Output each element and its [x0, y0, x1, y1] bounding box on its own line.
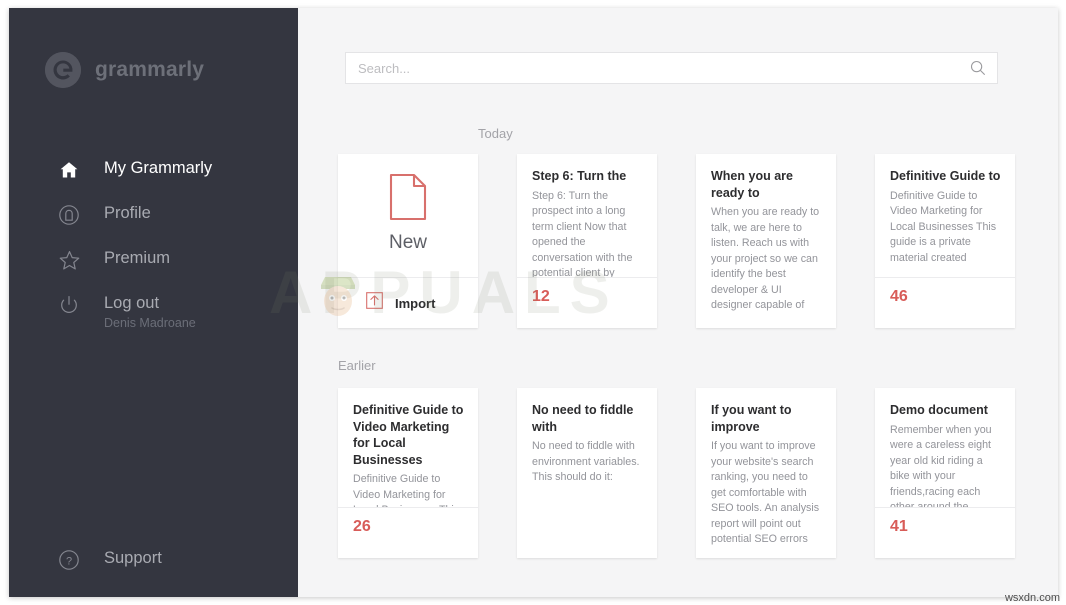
card-word-count: 41: [890, 518, 908, 535]
card-body: Definitive Guide to Definitive Guide to …: [875, 154, 1015, 277]
earlier-card-row: Definitive Guide to Video Marketing for …: [298, 388, 1015, 558]
import-label: Import: [395, 295, 436, 311]
card-snippet: No need to fiddle with environment varia…: [532, 440, 640, 483]
import-button[interactable]: Import: [338, 277, 478, 328]
card-body: Step 6: Turn the Step 6: Turn the prospe…: [517, 154, 657, 277]
sidebar-item-profile[interactable]: Profile: [9, 201, 298, 246]
section-label-earlier: Earlier: [338, 358, 376, 373]
sidebar-item-label: Log out: [104, 294, 160, 312]
document-card[interactable]: Definitive Guide to Definitive Guide to …: [875, 154, 1015, 328]
card-snippet: When you are ready to talk, we are here …: [711, 206, 820, 311]
search-input[interactable]: [358, 60, 969, 76]
card-title: When you are ready to: [711, 169, 793, 200]
card-body: When you are ready to When you are ready…: [696, 154, 836, 328]
card-snippet: Definitive Guide to Video Marketing for …: [890, 189, 997, 264]
card-word-count: 12: [532, 288, 550, 305]
card-footer: 26: [338, 507, 478, 558]
main-panel: Today New: [298, 8, 1058, 597]
card-body: Definitive Guide to Video Marketing for …: [338, 388, 478, 507]
svg-text:?: ?: [66, 555, 72, 567]
card-title: Demo document: [890, 403, 988, 417]
document-card[interactable]: If you want to improve If you want to im…: [696, 388, 836, 558]
card-snippet: Definitive Guide to Video Marketing for …: [353, 473, 459, 507]
card-title: Definitive Guide to: [890, 169, 1001, 183]
today-card-row: New Import Step 6: Turn the Step 6: Turn…: [298, 154, 1015, 328]
card-footer: 12: [517, 277, 657, 328]
app-root: grammarly My Grammarly Profile Premium L…: [0, 0, 1066, 605]
sidebar-item-log-out[interactable]: Log out Denis Madroane: [9, 291, 298, 336]
brand-name: grammarly: [95, 58, 205, 81]
card-title: No need to fiddle with: [532, 403, 634, 434]
grammarly-window: grammarly My Grammarly Profile Premium L…: [9, 8, 1058, 597]
power-icon: [56, 292, 82, 318]
card-word-count: 46: [890, 288, 908, 305]
card-body: Demo document Remember when you were a c…: [875, 388, 1015, 507]
card-footer: 41: [875, 507, 1015, 558]
brand-logo[interactable]: grammarly: [45, 52, 204, 88]
card-body: If you want to improve If you want to im…: [696, 388, 836, 558]
card-footer: 46: [875, 277, 1015, 328]
grammarly-g-logo-icon: [45, 52, 81, 88]
document-card[interactable]: No need to fiddle with No need to fiddle…: [517, 388, 657, 558]
section-label-today: Today: [478, 126, 513, 141]
card-title: If you want to improve: [711, 403, 792, 434]
document-card[interactable]: Demo document Remember when you were a c…: [875, 388, 1015, 558]
sidebar: grammarly My Grammarly Profile Premium L…: [9, 8, 298, 597]
document-card[interactable]: Step 6: Turn the Step 6: Turn the prospe…: [517, 154, 657, 328]
star-icon: [56, 247, 82, 273]
new-card-label: New: [388, 232, 427, 253]
sidebar-item-label: Support: [104, 549, 162, 567]
sidebar-item-label: Profile: [104, 204, 151, 222]
card-word-count: 26: [353, 518, 371, 535]
import-upload-icon: [366, 292, 383, 314]
sidebar-support-section: ? Support: [9, 546, 298, 591]
card-title: Step 6: Turn the: [532, 169, 627, 183]
document-card[interactable]: When you are ready to When you are ready…: [696, 154, 836, 328]
new-document-icon: [388, 173, 428, 226]
sidebar-item-label: Premium: [104, 249, 171, 267]
question-circle-icon: ?: [56, 547, 82, 573]
card-snippet: Remember when you were a careless eight …: [890, 423, 992, 508]
sidebar-item-my-grammarly[interactable]: My Grammarly: [9, 156, 298, 201]
sidebar-item-premium[interactable]: Premium: [9, 246, 298, 291]
search-icon[interactable]: [969, 59, 987, 77]
sidebar-item-label: My Grammarly: [104, 159, 213, 177]
profile-icon: [56, 202, 82, 228]
card-snippet: If you want to improve your website's se…: [711, 440, 820, 545]
search-bar[interactable]: [345, 52, 998, 84]
card-body: No need to fiddle with No need to fiddle…: [517, 388, 657, 558]
card-title: Definitive Guide to Video Marketing for …: [353, 403, 464, 467]
account-name: Denis Madroane: [104, 316, 196, 330]
card-snippet: Step 6: Turn the prospect into a long te…: [532, 189, 633, 278]
sidebar-item-support[interactable]: ? Support: [9, 546, 298, 591]
document-card[interactable]: Definitive Guide to Video Marketing for …: [338, 388, 478, 558]
home-icon: [56, 157, 82, 183]
new-card-body: New: [338, 154, 478, 277]
new-document-card[interactable]: New Import: [338, 154, 478, 328]
sidebar-nav: My Grammarly Profile Premium Log out Den…: [9, 156, 298, 336]
